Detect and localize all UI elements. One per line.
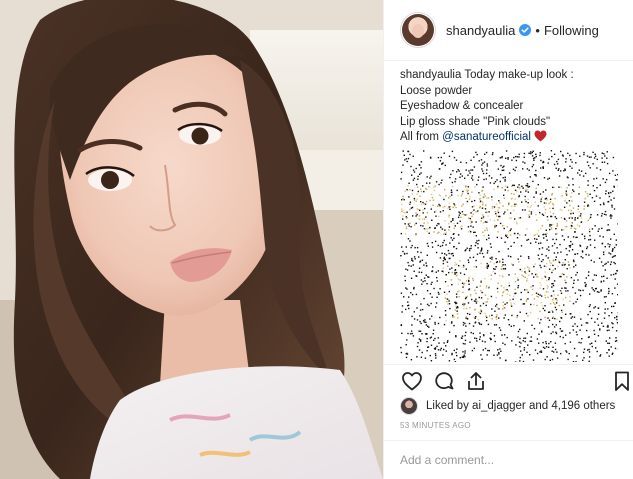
- heart-outline-icon[interactable]: [400, 369, 424, 393]
- header-separator: •: [535, 22, 540, 38]
- caption-line-5: All from @sanatureofficial: [400, 130, 626, 146]
- likes-row: Liked by ai_djagger and 4,196 others: [400, 396, 615, 416]
- caption-text-1: Today make-up look :: [464, 69, 574, 81]
- caption-mention-link[interactable]: @sanatureofficial: [442, 131, 531, 143]
- caption-username[interactable]: shandyaulia: [400, 69, 461, 81]
- post-header: shandyaulia • Following: [384, 0, 633, 61]
- bookmark-icon[interactable]: [610, 369, 633, 393]
- caption-line-1: shandyaulia Today make-up look :: [400, 68, 626, 84]
- caption-line-3: Eyeshadow & concealer: [400, 100, 524, 112]
- liker-avatar[interactable]: [400, 397, 418, 415]
- post-photo[interactable]: [0, 0, 383, 479]
- following-button[interactable]: Following: [544, 23, 599, 38]
- caption-prefix: All from: [400, 131, 443, 143]
- post-caption: shandyaulia Today make-up look : Loose p…: [400, 68, 626, 146]
- likes-others-link[interactable]: 4,196 others: [551, 400, 615, 412]
- likes-prefix: Liked by: [426, 400, 469, 412]
- verified-badge-icon: [519, 24, 532, 36]
- red-heart-emoji-icon: [534, 130, 547, 142]
- author-avatar-ring[interactable]: [400, 12, 436, 48]
- post-timestamp[interactable]: 53 MINUTES AGO: [400, 421, 471, 430]
- caption-line-2: Loose powder: [400, 84, 473, 97]
- share-arrow-icon[interactable]: [464, 369, 488, 393]
- likes-middle: and: [528, 400, 549, 412]
- post-action-bar: [384, 364, 633, 396]
- author-username[interactable]: shandyaulia: [446, 23, 515, 38]
- comment-input[interactable]: [400, 453, 610, 467]
- selfie-illustration: [0, 0, 383, 479]
- comment-bubble-icon[interactable]: [432, 369, 456, 393]
- add-comment-bar: [384, 440, 633, 479]
- liker-username[interactable]: ai_djagger: [472, 400, 526, 412]
- post-sidebar: shandyaulia • Following shandyaulia Toda…: [383, 0, 633, 479]
- obscured-comments-noise: [400, 150, 618, 362]
- caption-line-4: Lip gloss shade "Pink clouds": [400, 115, 551, 128]
- author-avatar[interactable]: [402, 14, 434, 46]
